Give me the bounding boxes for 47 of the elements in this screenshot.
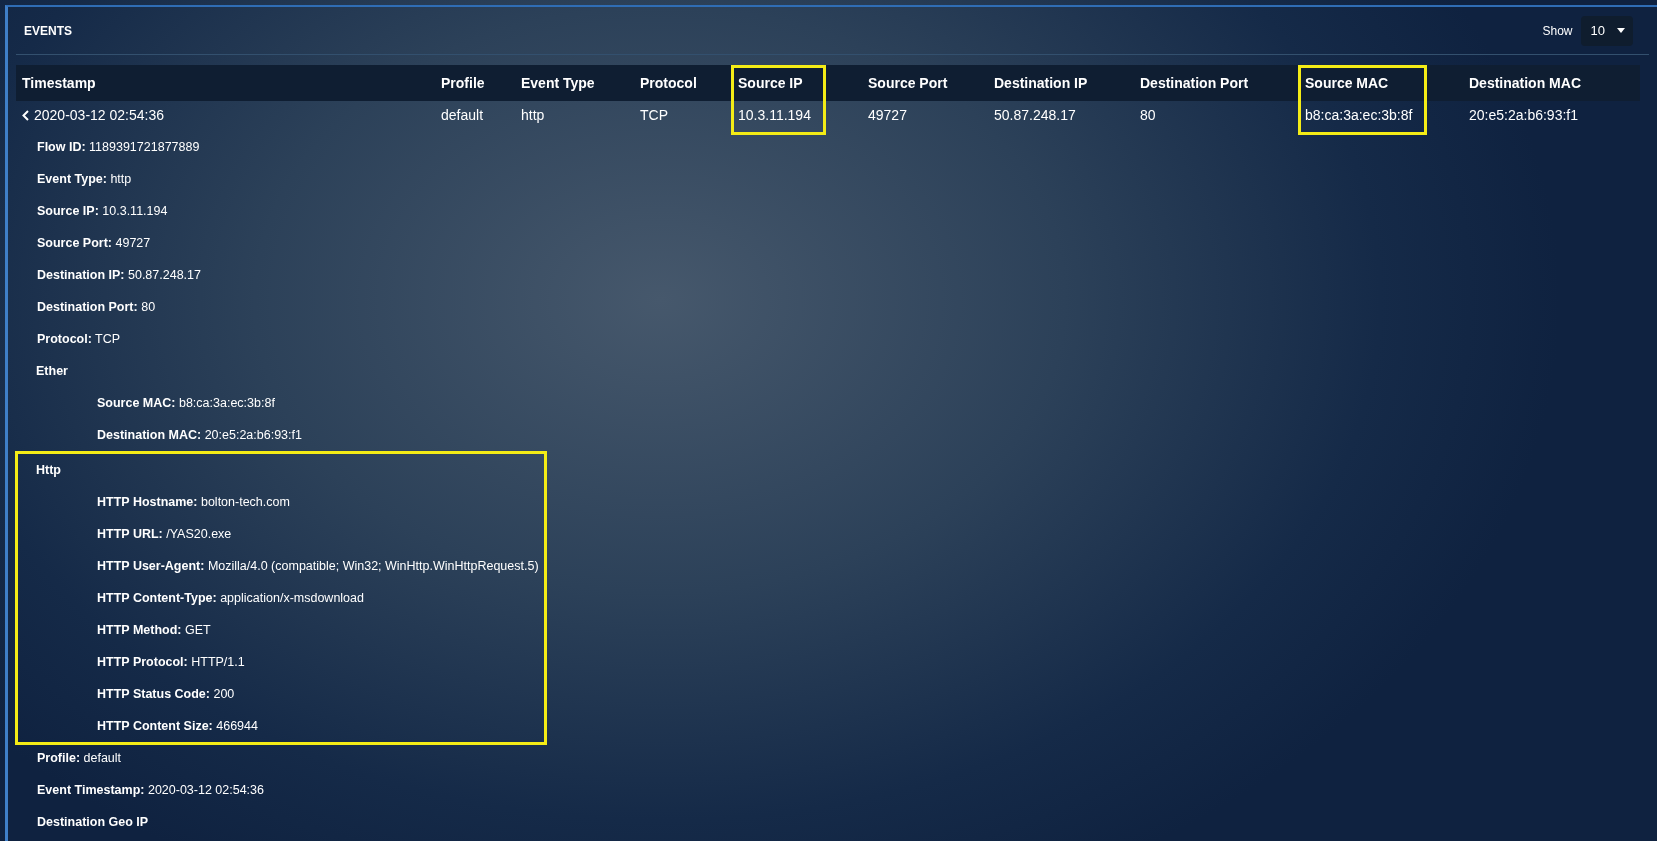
detail-group-label: Ether [36,364,68,378]
show-label: Show [1542,23,1573,38]
table-cell: TCP [640,107,668,123]
detail-field: Profile: default [37,751,122,765]
column-header[interactable]: Profile [441,75,485,91]
column-header[interactable]: Source IP [738,75,803,91]
detail-field: Flow ID: 1189391721877889 [37,140,200,154]
detail-field: Event Timestamp: 2020-03-12 02:54:36 [37,783,264,797]
detail-field: HTTP Protocol: HTTP/1.1 [97,655,245,669]
detail-field: HTTP Status Code: 200 [97,687,235,701]
detail-field: Event Type: http [37,172,132,186]
detail-group-label: Destination Geo IP [37,815,149,829]
detail-group-label: Http [36,463,61,477]
page-size-dropdown[interactable]: 10 [1580,15,1633,46]
table-cell: 80 [1140,107,1156,123]
column-header[interactable]: Destination Port [1140,75,1249,91]
table-cell: 10.3.11.194 [738,107,811,123]
column-header[interactable]: Destination IP [994,75,1088,91]
column-header[interactable]: Source Port [868,75,948,91]
caret-icon [1617,28,1625,33]
column-header[interactable]: Event Type [521,75,595,91]
table-cell: b8:ca:3a:ec:3b:8f [1305,107,1413,123]
detail-field: HTTP User-Agent: Mozilla/4.0 (compatible; Win32; WinHttp.WinHttpRequest.5) [97,559,539,573]
detail-field: Source IP: 10.3.11.194 [37,204,168,218]
detail-field: Destination MAC: 20:e5:2a:b6:93:f1 [97,428,302,442]
detail-field: HTTP Content-Type: application/x-msdownload [97,591,364,605]
detail-field: Protocol: TCP [37,332,121,346]
detail-field: Destination Port: 80 [37,300,156,314]
detail-field: Destination IP: 50.87.248.17 [37,268,201,282]
panel-title: EVENTS [24,23,72,38]
table-cell: 2020-03-12 02:54:36 [34,107,164,123]
detail-field: HTTP Method: GET [97,623,211,637]
table-cell: 20:e5:2a:b6:93:f1 [1469,107,1578,123]
table-cell: 49727 [868,107,907,123]
column-header[interactable]: Destination MAC [1469,75,1581,91]
column-header[interactable]: Source MAC [1305,75,1389,91]
table-cell: http [521,107,545,123]
chevron-icon[interactable] [22,109,29,121]
table-cell: default [441,107,484,123]
detail-field: HTTP Hostname: bolton-tech.com [97,495,290,509]
column-header[interactable]: Protocol [640,75,697,91]
column-header[interactable]: Timestamp [22,75,96,91]
table-cell: 50.87.248.17 [994,107,1076,123]
detail-field: HTTP Content Size: 466944 [97,719,258,733]
detail-field: HTTP URL: /YAS20.exe [97,527,232,541]
detail-field: Source MAC: b8:ca:3a:ec:3b:8f [97,396,275,410]
detail-field: Source Port: 49727 [37,236,151,250]
